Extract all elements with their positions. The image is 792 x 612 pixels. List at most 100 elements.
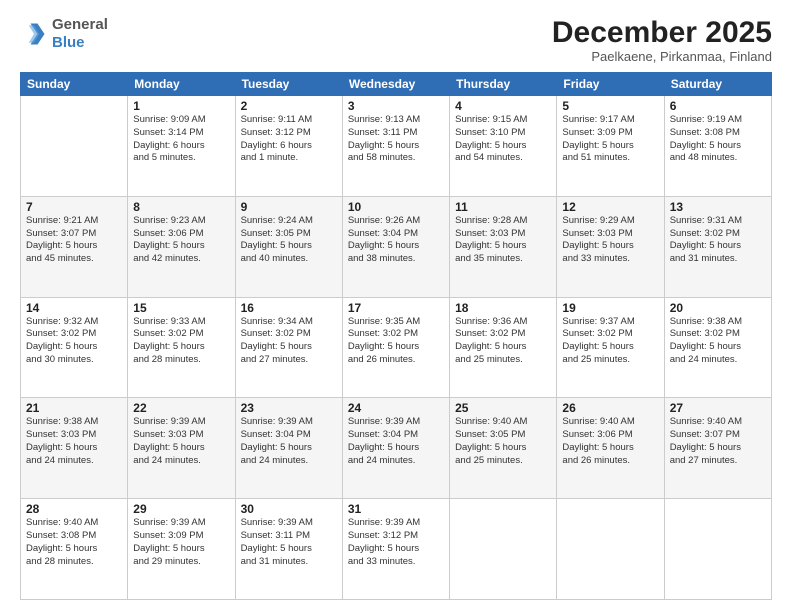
day-cell: 23Sunrise: 9:39 AM Sunset: 3:04 PM Dayli… — [235, 398, 342, 499]
day-info: Sunrise: 9:29 AM Sunset: 3:03 PM Dayligh… — [562, 215, 658, 266]
day-info: Sunrise: 9:40 AM Sunset: 3:08 PM Dayligh… — [26, 517, 122, 568]
week-row-5: 28Sunrise: 9:40 AM Sunset: 3:08 PM Dayli… — [21, 499, 772, 600]
day-info: Sunrise: 9:39 AM Sunset: 3:04 PM Dayligh… — [241, 416, 337, 467]
day-number: 31 — [348, 502, 444, 516]
week-row-3: 14Sunrise: 9:32 AM Sunset: 3:02 PM Dayli… — [21, 297, 772, 398]
day-info: Sunrise: 9:31 AM Sunset: 3:02 PM Dayligh… — [670, 215, 766, 266]
calendar: SundayMondayTuesdayWednesdayThursdayFrid… — [20, 72, 772, 600]
day-info: Sunrise: 9:35 AM Sunset: 3:02 PM Dayligh… — [348, 316, 444, 367]
day-cell: 28Sunrise: 9:40 AM Sunset: 3:08 PM Dayli… — [21, 499, 128, 600]
day-cell: 16Sunrise: 9:34 AM Sunset: 3:02 PM Dayli… — [235, 297, 342, 398]
day-number: 13 — [670, 200, 766, 214]
day-cell: 9Sunrise: 9:24 AM Sunset: 3:05 PM Daylig… — [235, 196, 342, 297]
day-cell: 7Sunrise: 9:21 AM Sunset: 3:07 PM Daylig… — [21, 196, 128, 297]
day-cell: 1Sunrise: 9:09 AM Sunset: 3:14 PM Daylig… — [128, 96, 235, 197]
day-info: Sunrise: 9:11 AM Sunset: 3:12 PM Dayligh… — [241, 114, 337, 165]
day-number: 7 — [26, 200, 122, 214]
week-row-4: 21Sunrise: 9:38 AM Sunset: 3:03 PM Dayli… — [21, 398, 772, 499]
day-info: Sunrise: 9:13 AM Sunset: 3:11 PM Dayligh… — [348, 114, 444, 165]
day-cell: 30Sunrise: 9:39 AM Sunset: 3:11 PM Dayli… — [235, 499, 342, 600]
day-number: 12 — [562, 200, 658, 214]
day-number: 10 — [348, 200, 444, 214]
day-cell: 15Sunrise: 9:33 AM Sunset: 3:02 PM Dayli… — [128, 297, 235, 398]
day-info: Sunrise: 9:40 AM Sunset: 3:05 PM Dayligh… — [455, 416, 551, 467]
column-header-thursday: Thursday — [450, 73, 557, 96]
day-info: Sunrise: 9:19 AM Sunset: 3:08 PM Dayligh… — [670, 114, 766, 165]
title-block: December 2025 Paelkaene, Pirkanmaa, Finl… — [552, 16, 772, 64]
month-title: December 2025 — [552, 16, 772, 49]
day-number: 17 — [348, 301, 444, 315]
day-info: Sunrise: 9:15 AM Sunset: 3:10 PM Dayligh… — [455, 114, 551, 165]
day-number: 6 — [670, 99, 766, 113]
day-cell: 29Sunrise: 9:39 AM Sunset: 3:09 PM Dayli… — [128, 499, 235, 600]
day-cell: 26Sunrise: 9:40 AM Sunset: 3:06 PM Dayli… — [557, 398, 664, 499]
day-number: 15 — [133, 301, 229, 315]
day-cell: 27Sunrise: 9:40 AM Sunset: 3:07 PM Dayli… — [664, 398, 771, 499]
day-number: 27 — [670, 401, 766, 415]
logo-general-text: General — [52, 16, 108, 33]
day-info: Sunrise: 9:09 AM Sunset: 3:14 PM Dayligh… — [133, 114, 229, 165]
day-info: Sunrise: 9:34 AM Sunset: 3:02 PM Dayligh… — [241, 316, 337, 367]
day-info: Sunrise: 9:39 AM Sunset: 3:12 PM Dayligh… — [348, 517, 444, 568]
day-info: Sunrise: 9:26 AM Sunset: 3:04 PM Dayligh… — [348, 215, 444, 266]
column-header-tuesday: Tuesday — [235, 73, 342, 96]
day-cell: 18Sunrise: 9:36 AM Sunset: 3:02 PM Dayli… — [450, 297, 557, 398]
day-cell: 2Sunrise: 9:11 AM Sunset: 3:12 PM Daylig… — [235, 96, 342, 197]
day-info: Sunrise: 9:40 AM Sunset: 3:06 PM Dayligh… — [562, 416, 658, 467]
logo-text: General Blue — [52, 16, 108, 52]
day-cell: 20Sunrise: 9:38 AM Sunset: 3:02 PM Dayli… — [664, 297, 771, 398]
day-number: 29 — [133, 502, 229, 516]
day-number: 2 — [241, 99, 337, 113]
day-cell: 31Sunrise: 9:39 AM Sunset: 3:12 PM Dayli… — [342, 499, 449, 600]
day-cell — [21, 96, 128, 197]
day-cell: 3Sunrise: 9:13 AM Sunset: 3:11 PM Daylig… — [342, 96, 449, 197]
logo: General Blue — [20, 16, 108, 52]
day-info: Sunrise: 9:39 AM Sunset: 3:03 PM Dayligh… — [133, 416, 229, 467]
day-number: 14 — [26, 301, 122, 315]
page: General Blue December 2025 Paelkaene, Pi… — [0, 0, 792, 612]
day-info: Sunrise: 9:39 AM Sunset: 3:11 PM Dayligh… — [241, 517, 337, 568]
day-cell: 13Sunrise: 9:31 AM Sunset: 3:02 PM Dayli… — [664, 196, 771, 297]
day-number: 25 — [455, 401, 551, 415]
day-cell — [557, 499, 664, 600]
day-number: 3 — [348, 99, 444, 113]
day-number: 26 — [562, 401, 658, 415]
day-number: 11 — [455, 200, 551, 214]
day-cell: 12Sunrise: 9:29 AM Sunset: 3:03 PM Dayli… — [557, 196, 664, 297]
column-header-monday: Monday — [128, 73, 235, 96]
day-cell: 25Sunrise: 9:40 AM Sunset: 3:05 PM Dayli… — [450, 398, 557, 499]
day-number: 1 — [133, 99, 229, 113]
day-number: 18 — [455, 301, 551, 315]
day-cell: 6Sunrise: 9:19 AM Sunset: 3:08 PM Daylig… — [664, 96, 771, 197]
day-number: 16 — [241, 301, 337, 315]
day-info: Sunrise: 9:36 AM Sunset: 3:02 PM Dayligh… — [455, 316, 551, 367]
day-number: 19 — [562, 301, 658, 315]
week-row-1: 1Sunrise: 9:09 AM Sunset: 3:14 PM Daylig… — [21, 96, 772, 197]
day-number: 24 — [348, 401, 444, 415]
day-cell: 21Sunrise: 9:38 AM Sunset: 3:03 PM Dayli… — [21, 398, 128, 499]
day-cell: 5Sunrise: 9:17 AM Sunset: 3:09 PM Daylig… — [557, 96, 664, 197]
calendar-body: 1Sunrise: 9:09 AM Sunset: 3:14 PM Daylig… — [21, 96, 772, 600]
logo-icon — [20, 20, 48, 48]
day-cell: 14Sunrise: 9:32 AM Sunset: 3:02 PM Dayli… — [21, 297, 128, 398]
day-cell: 19Sunrise: 9:37 AM Sunset: 3:02 PM Dayli… — [557, 297, 664, 398]
day-info: Sunrise: 9:21 AM Sunset: 3:07 PM Dayligh… — [26, 215, 122, 266]
column-header-sunday: Sunday — [21, 73, 128, 96]
subtitle: Paelkaene, Pirkanmaa, Finland — [552, 49, 772, 64]
day-number: 8 — [133, 200, 229, 214]
day-cell: 11Sunrise: 9:28 AM Sunset: 3:03 PM Dayli… — [450, 196, 557, 297]
day-info: Sunrise: 9:37 AM Sunset: 3:02 PM Dayligh… — [562, 316, 658, 367]
day-info: Sunrise: 9:38 AM Sunset: 3:03 PM Dayligh… — [26, 416, 122, 467]
column-header-wednesday: Wednesday — [342, 73, 449, 96]
day-cell: 24Sunrise: 9:39 AM Sunset: 3:04 PM Dayli… — [342, 398, 449, 499]
day-cell: 8Sunrise: 9:23 AM Sunset: 3:06 PM Daylig… — [128, 196, 235, 297]
logo-blue-text: Blue — [52, 34, 85, 51]
day-info: Sunrise: 9:39 AM Sunset: 3:04 PM Dayligh… — [348, 416, 444, 467]
column-header-saturday: Saturday — [664, 73, 771, 96]
header-row: SundayMondayTuesdayWednesdayThursdayFrid… — [21, 73, 772, 96]
day-info: Sunrise: 9:33 AM Sunset: 3:02 PM Dayligh… — [133, 316, 229, 367]
day-number: 23 — [241, 401, 337, 415]
day-info: Sunrise: 9:38 AM Sunset: 3:02 PM Dayligh… — [670, 316, 766, 367]
day-cell: 10Sunrise: 9:26 AM Sunset: 3:04 PM Dayli… — [342, 196, 449, 297]
day-number: 21 — [26, 401, 122, 415]
